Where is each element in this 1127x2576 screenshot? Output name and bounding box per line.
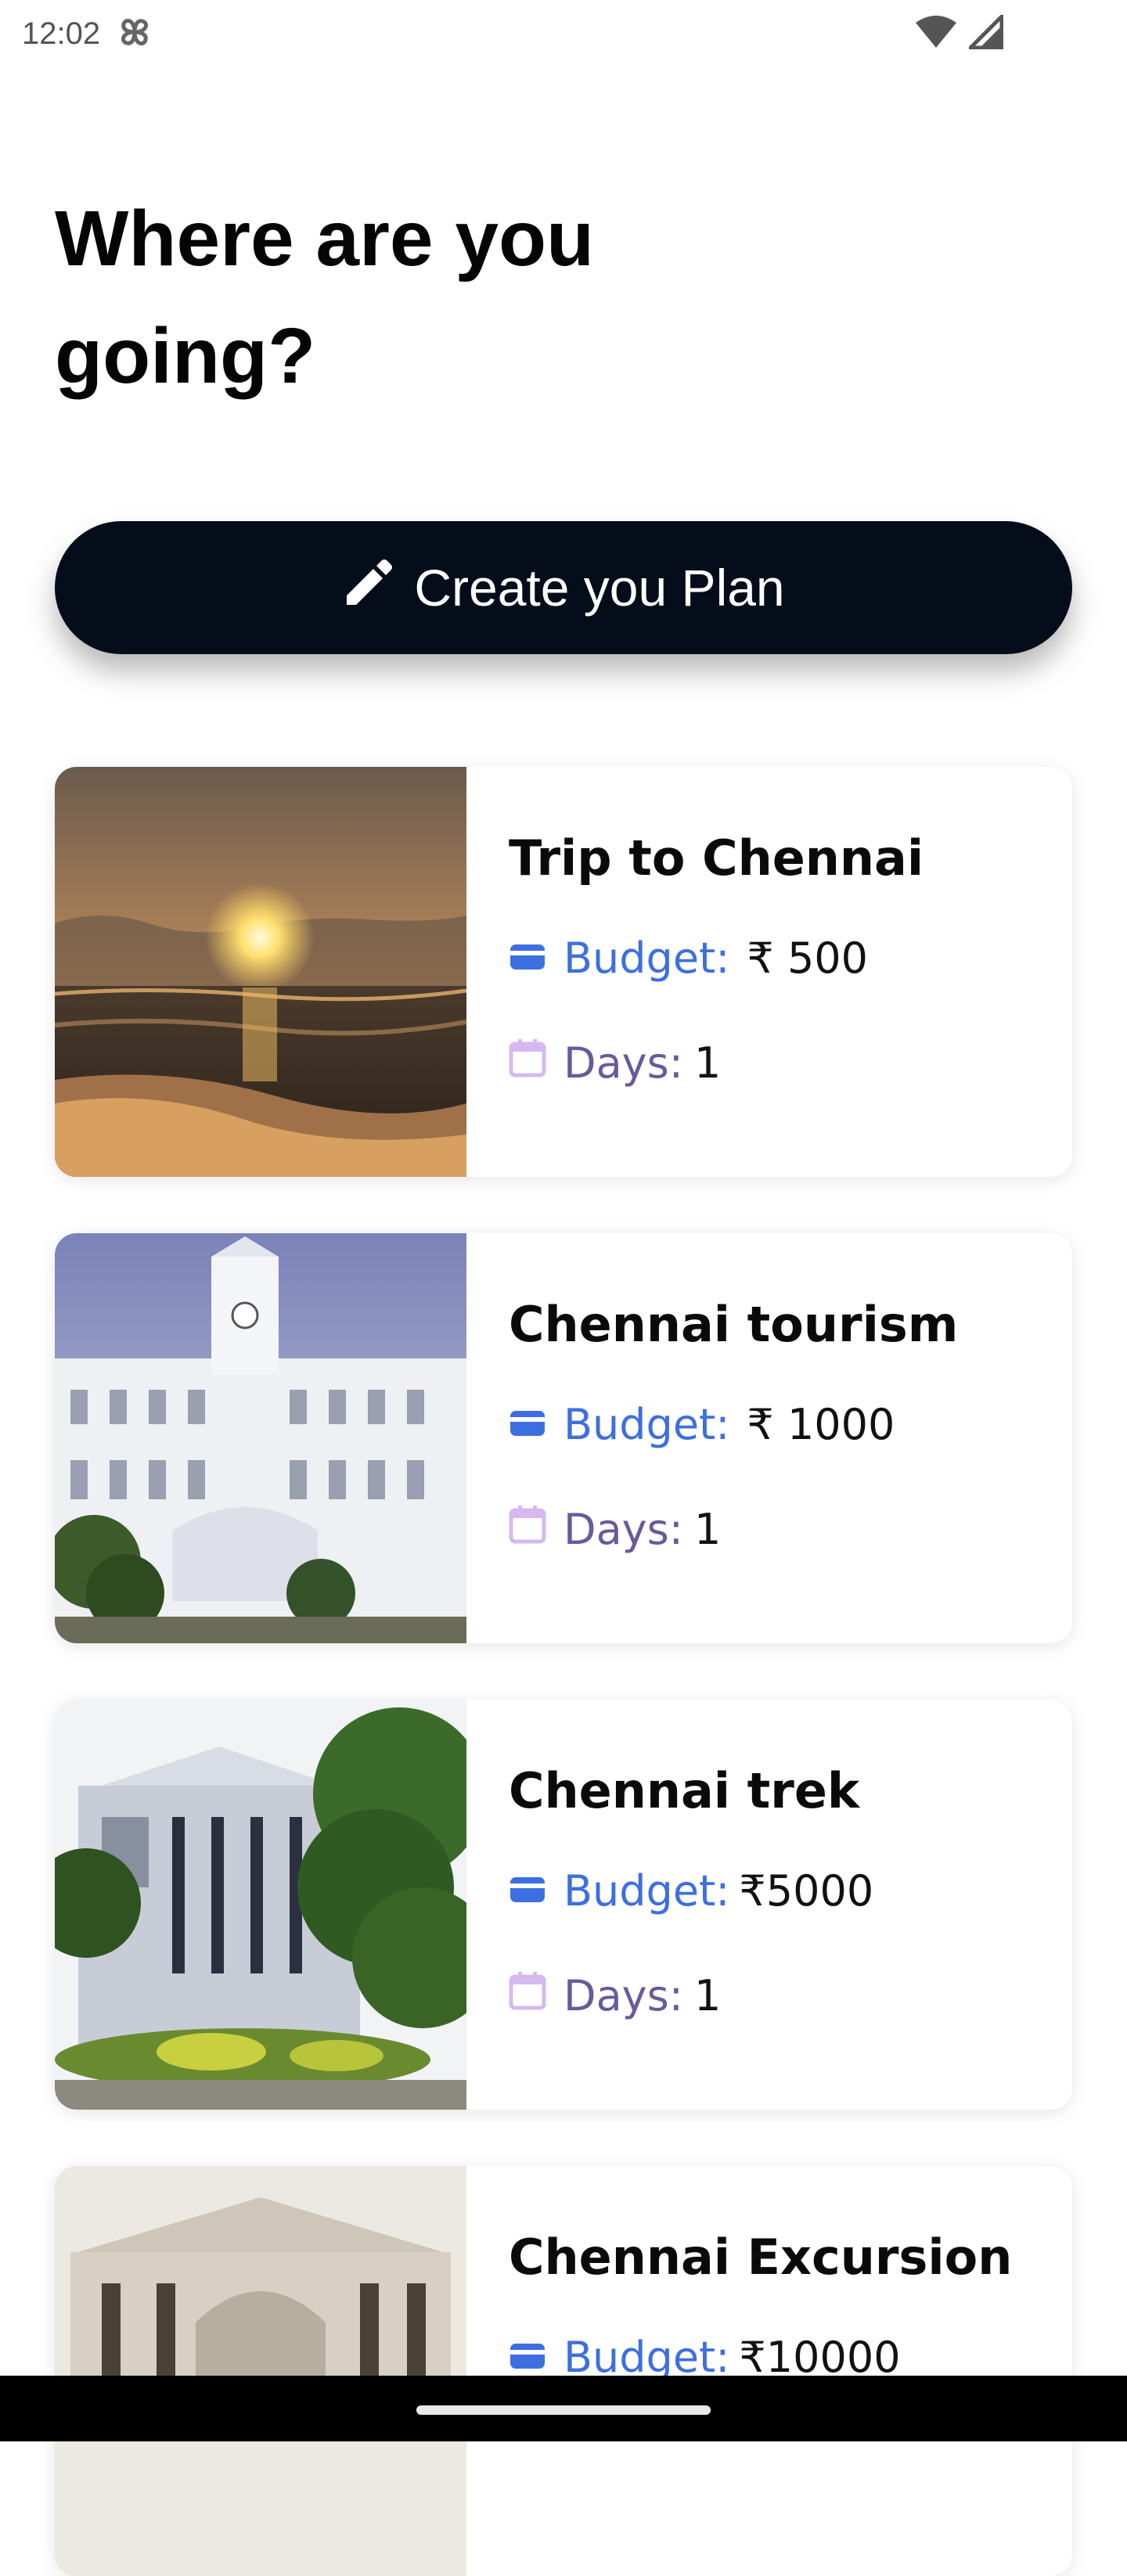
pencil-icon	[342, 556, 394, 620]
page-title-line2: going?	[55, 312, 316, 400]
trip-card[interactable]: Chennai tourism Budget: ₹ 1000 Days: 1	[55, 1233, 1072, 1643]
budget-label: Budget:	[564, 1866, 730, 1916]
wallet-icon	[509, 1866, 546, 1916]
budget-value: ₹ 500	[747, 934, 869, 983]
budget-value: ₹5000	[739, 1866, 874, 1916]
days-value: 1	[693, 1971, 722, 2020]
trip-image-heritage-building	[55, 2166, 466, 2576]
calendar-icon	[509, 1038, 546, 1088]
wallet-icon	[509, 1400, 546, 1449]
days-row: Days: 1	[509, 1038, 924, 1088]
trip-card-body: Trip to Chennai Budget: ₹ 500 Days: 1	[466, 767, 924, 1177]
trip-card[interactable]: Trip to Chennai Budget: ₹ 500 Days: 1	[55, 767, 1072, 1177]
budget-value: ₹ 1000	[747, 1400, 895, 1449]
days-row: Days: 1	[509, 1970, 873, 2021]
days-row: Days: 1	[509, 1504, 958, 1555]
budget-row: Budget: ₹5000	[509, 1866, 873, 1916]
create-plan-label: Create you Plan	[414, 559, 785, 617]
trip-card[interactable]: Chennai Excursion Budget: ₹10000	[55, 2166, 1072, 2576]
budget-row: Budget: ₹ 500	[509, 934, 924, 983]
budget-row: Budget: ₹ 1000	[509, 1400, 958, 1449]
fan-icon	[114, 12, 155, 56]
days-label: Days:	[564, 1505, 683, 1554]
days-value: 1	[693, 1038, 722, 1088]
trip-image-government-building-trees	[55, 1700, 466, 2110]
trip-card-body: Chennai Excursion Budget: ₹10000	[466, 2166, 1012, 2576]
budget-row: Budget: ₹10000	[509, 2333, 1012, 2382]
trip-title: Trip to Chennai	[509, 829, 924, 887]
page-title: Where are you going?	[55, 180, 759, 415]
budget-label: Budget:	[564, 1400, 730, 1449]
days-label: Days:	[564, 1038, 683, 1088]
status-time: 12:02	[22, 16, 101, 51]
status-bar: 12:02	[0, 0, 1127, 67]
trip-title: Chennai Excursion	[509, 2229, 1013, 2286]
trip-image-white-colonial-building	[55, 1233, 466, 1643]
trip-card-body: Chennai tourism Budget: ₹ 1000 Days: 1	[466, 1233, 958, 1643]
days-value: 1	[693, 1505, 722, 1554]
trip-title: Chennai trek	[509, 1762, 860, 1819]
signal-icon	[965, 11, 1004, 53]
wallet-icon	[509, 934, 546, 983]
wallet-icon	[509, 2333, 546, 2382]
calendar-icon	[509, 1970, 546, 2021]
create-plan-button[interactable]: Create you Plan	[55, 521, 1072, 654]
budget-label: Budget:	[564, 934, 730, 983]
trip-card[interactable]: Chennai trek Budget: ₹5000 Days: 1	[55, 1700, 1072, 2110]
trip-card-body: Chennai trek Budget: ₹5000 Days: 1	[466, 1700, 873, 2110]
days-label: Days:	[564, 1971, 683, 2020]
wifi-icon	[914, 15, 958, 53]
budget-value: ₹10000	[739, 2333, 901, 2382]
calendar-icon	[509, 1504, 546, 1555]
home-gesture-handle[interactable]	[416, 2405, 711, 2415]
trip-image-sunset-beach	[55, 767, 466, 1177]
budget-label: Budget:	[564, 2333, 730, 2382]
trip-title: Chennai tourism	[509, 1296, 959, 1353]
page-title-line1: Where are you	[55, 195, 595, 282]
